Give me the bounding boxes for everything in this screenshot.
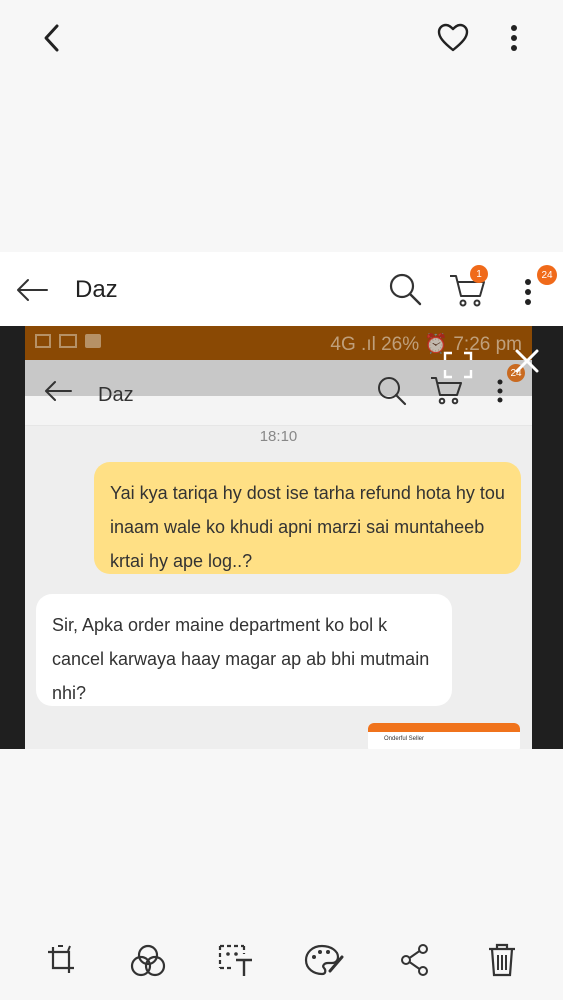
chat-title: Daz xyxy=(75,276,118,303)
image-thumbnail: Onderful Seller xyxy=(368,723,520,749)
inner-chat-title: Daz xyxy=(98,384,134,406)
chevron-left-icon[interactable] xyxy=(32,18,72,58)
paint-palette-icon[interactable] xyxy=(303,940,345,980)
text-select-icon[interactable] xyxy=(214,940,258,980)
message-timestamp: 18:10 xyxy=(259,428,298,445)
chat-header: Daz 1 24 xyxy=(0,252,563,326)
thumbnail-status-bar xyxy=(368,723,520,732)
share-icon[interactable] xyxy=(395,940,435,980)
screenshot-image: Daz 1 24 4G .ıl 26% ⏰ 7:26 pm Daz 24 18:… xyxy=(0,252,563,749)
outgoing-message: Yai kya tariqa hy dost ise tarha refund … xyxy=(94,462,521,574)
bottom-toolbar xyxy=(0,930,563,990)
arrow-left-icon[interactable] xyxy=(12,270,52,310)
heart-icon[interactable] xyxy=(433,18,473,58)
more-vertical-icon[interactable] xyxy=(498,18,530,58)
delete-icon[interactable] xyxy=(482,940,522,980)
search-icon[interactable] xyxy=(385,269,425,309)
close-icon xyxy=(510,344,544,378)
rotate-crop-icon[interactable] xyxy=(41,940,81,980)
cart-badge: 1 xyxy=(470,265,488,283)
search-icon xyxy=(375,374,409,408)
viewer-top-bar xyxy=(0,0,563,80)
inner-screenshot: 4G .ıl 26% ⏰ 7:26 pm Daz 24 18:10 Yai ky… xyxy=(25,326,532,749)
arrow-left-icon xyxy=(41,374,75,408)
thumbnail-caption: Onderful Seller xyxy=(384,736,425,742)
more-vertical-icon xyxy=(490,374,510,408)
incoming-message: Sir, Apka order maine department ko bol … xyxy=(36,594,452,706)
more-badge: 24 xyxy=(537,265,557,285)
filter-icon[interactable] xyxy=(128,940,168,980)
expand-icon xyxy=(441,348,475,382)
